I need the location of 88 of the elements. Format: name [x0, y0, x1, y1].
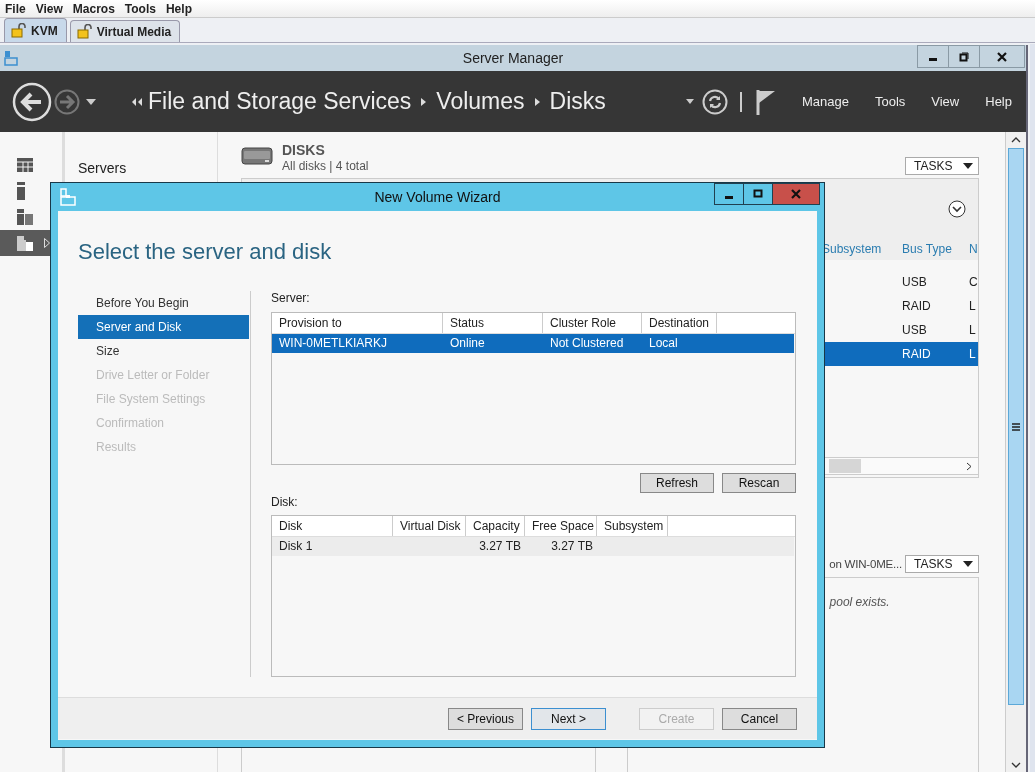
restore-button[interactable] — [949, 45, 980, 68]
scrollbar-thumb[interactable] — [1008, 148, 1024, 705]
column-header[interactable]: Destination — [642, 313, 717, 333]
page-heading: Select the server and disk — [78, 239, 333, 265]
column-header[interactable]: Capacity — [466, 516, 525, 536]
menu-item[interactable]: View — [35, 1, 63, 16]
empty-message: pool exists. — [829, 595, 890, 609]
column-header[interactable]: Cluster Role — [543, 313, 642, 333]
tasks-dropdown[interactable]: TASKS — [905, 555, 979, 573]
close-icon — [791, 189, 801, 199]
server-manager-icon — [4, 50, 18, 66]
column-header[interactable]: Status — [443, 313, 543, 333]
menu-item[interactable]: Manage — [801, 94, 849, 109]
tab[interactable]: KVM — [4, 18, 67, 42]
caret-icon — [963, 561, 973, 567]
grip-icon — [1012, 422, 1020, 431]
field-label: Disk: — [271, 495, 298, 509]
flag-icon[interactable] — [755, 88, 776, 115]
breadcrumb-item[interactable]: File and Storage Services — [148, 88, 412, 115]
nav-item[interactable]: Servers — [78, 160, 127, 176]
padlock-icon — [11, 23, 27, 38]
table-row[interactable]: WIN-0METLKIARKJ Online Not Clustered Local — [272, 334, 794, 353]
tasks-dropdown[interactable]: TASKS — [905, 157, 979, 175]
menu-item[interactable]: View — [931, 94, 960, 109]
wizard-step[interactable]: Size — [78, 339, 249, 363]
column-header[interactable]: Virtual Disk — [393, 516, 466, 536]
column-header[interactable]: Bus Type — [902, 242, 969, 256]
column-header[interactable]: N — [969, 242, 978, 256]
close-button[interactable] — [980, 45, 1025, 68]
close-icon — [997, 51, 1007, 62]
scroll-up-icon[interactable] — [1011, 136, 1021, 144]
file-storage-icon — [17, 235, 33, 251]
back-icon[interactable] — [12, 81, 52, 122]
minimize-button[interactable] — [714, 183, 744, 205]
forward-icon[interactable] — [54, 88, 80, 115]
field-label: Server: — [271, 291, 310, 307]
double-arrow-icon — [132, 97, 142, 106]
section-title: DISKS — [282, 142, 326, 158]
tab[interactable]: Virtual Media — [69, 20, 181, 42]
menu-item[interactable]: File — [5, 1, 26, 16]
menu-item[interactable]: Macros — [72, 1, 115, 16]
wizard-step[interactable]: Before You Begin — [78, 291, 249, 315]
column-header[interactable]: Free Space — [525, 516, 597, 536]
disk-drive-icon — [241, 147, 273, 165]
breadcrumb-arrow-icon — [534, 97, 540, 106]
column-header[interactable]: Subsystem — [597, 516, 668, 536]
restore-icon — [959, 51, 969, 62]
breadcrumb-arrow-icon — [421, 97, 427, 106]
column-header[interactable]: Subsystem — [822, 242, 902, 256]
padlock-icon — [76, 24, 93, 39]
section-title: on WIN-0ME... — [829, 558, 902, 570]
refresh-icon[interactable] — [701, 88, 728, 115]
dropdown-caret-icon[interactable] — [86, 98, 96, 105]
menu-item[interactable]: Help — [165, 1, 192, 16]
servers-icon — [17, 209, 33, 225]
caret-icon — [963, 163, 973, 169]
column-header[interactable]: Provision to — [272, 313, 443, 333]
column-header[interactable]: Disk — [272, 516, 393, 536]
vertical-scrollbar[interactable] — [1005, 132, 1026, 772]
scrollbar-thumb[interactable] — [829, 459, 861, 473]
table-row[interactable]: Disk 1 3.27 TB 3.27 TB — [272, 537, 794, 556]
menu-item[interactable]: Tools — [124, 1, 156, 16]
window-title: Server Manager — [462, 50, 564, 66]
wizard-button[interactable]: < Previous — [448, 707, 523, 730]
minimize-button[interactable] — [917, 45, 949, 68]
wizard-button[interactable]: Cancel — [722, 707, 797, 730]
maximize-button[interactable] — [744, 183, 773, 205]
section-subtitle: All disks | 4 total — [282, 159, 369, 173]
dropdown-caret-icon[interactable] — [685, 99, 694, 104]
action-button[interactable]: Rescan — [722, 473, 796, 493]
breadcrumb-item[interactable]: Volumes — [436, 88, 525, 115]
breadcrumb-item[interactable]: Disks — [549, 88, 606, 115]
minimize-icon — [929, 58, 937, 61]
menu-item[interactable]: Help — [985, 94, 1012, 109]
table-icon — [17, 158, 33, 172]
maximize-icon — [753, 189, 763, 199]
scroll-right-icon[interactable] — [966, 461, 972, 471]
menu-item[interactable]: Tools — [874, 94, 906, 109]
action-button[interactable]: Refresh — [640, 473, 714, 493]
scroll-down-icon[interactable] — [1011, 761, 1021, 769]
server-icon — [17, 182, 25, 200]
wizard-button[interactable]: Next > — [531, 707, 606, 730]
dialog-title: New Volume Wizard — [374, 189, 501, 205]
wizard-step[interactable]: Server and Disk — [78, 315, 249, 339]
wizard-icon — [60, 188, 76, 206]
minimize-icon — [725, 195, 733, 199]
expand-arrow-icon — [44, 238, 50, 248]
expand-icon[interactable] — [948, 199, 966, 218]
